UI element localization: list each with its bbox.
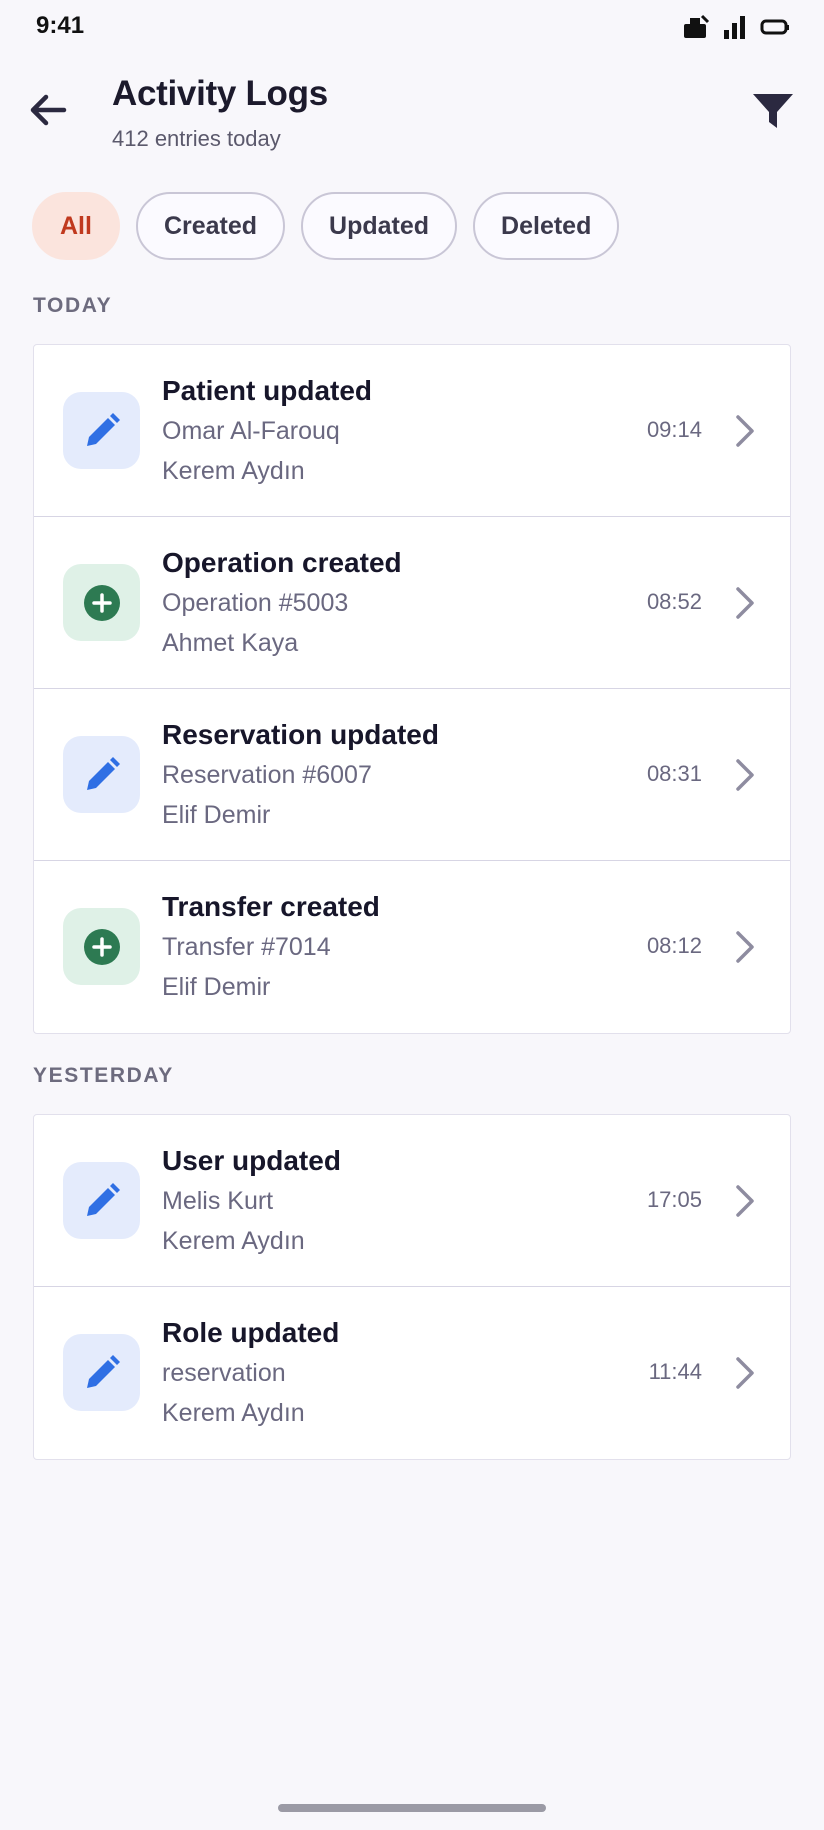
log-user: Elif Demir: [162, 801, 271, 829]
log-subject: Operation #5003: [162, 589, 349, 617]
log-user: Kerem Aydın: [162, 457, 305, 485]
log-time: 08:12: [646, 933, 702, 958]
activity-logs-screen: 9:41 Activity Logs 412 entries today All…: [0, 0, 824, 1830]
log-time: 11:44: [648, 1359, 702, 1384]
log-row[interactable]: User updated Melis Kurt Kerem Aydın 17:0…: [34, 1115, 790, 1287]
log-row[interactable]: Patient updated Omar Al-Farouq Kerem Ayd…: [34, 345, 790, 517]
chevron-right-icon: [730, 411, 760, 451]
log-row[interactable]: Transfer created Transfer #7014 Elif Dem…: [34, 861, 790, 1033]
pencil-icon: [86, 1182, 120, 1216]
section-label-today: TODAY: [33, 294, 113, 317]
page-subtitle: 412 entries today: [112, 126, 281, 151]
log-subject: Omar Al-Farouq: [162, 417, 340, 445]
log-icon-container: [63, 736, 140, 813]
log-user: Ahmet Kaya: [162, 629, 299, 657]
log-title: Reservation updated: [162, 719, 439, 750]
back-button[interactable]: [26, 88, 70, 132]
page-title: Activity Logs: [112, 74, 328, 113]
chip-deleted[interactable]: Deleted: [473, 192, 620, 260]
arrow-left-icon: [30, 94, 67, 126]
log-subject: reservation: [162, 1359, 286, 1387]
log-time: 09:14: [646, 417, 702, 442]
log-time: 08:31: [646, 761, 702, 786]
log-title: Role updated: [162, 1317, 340, 1348]
log-time: 17:05: [646, 1187, 702, 1212]
chevron-right-icon: [730, 583, 760, 623]
status-icons: [682, 14, 790, 40]
log-subject: Transfer #7014: [162, 933, 331, 961]
chip-created[interactable]: Created: [135, 192, 286, 260]
log-user: Kerem Aydın: [162, 1399, 305, 1427]
chevron-right-icon: [730, 1181, 760, 1221]
log-icon-container: [63, 1162, 140, 1239]
log-user: Kerem Aydın: [162, 1227, 305, 1255]
chevron-right-icon: [730, 927, 760, 967]
filter-chips: All Created Updated Deleted: [32, 192, 620, 260]
chevron-right-icon: [730, 755, 760, 795]
log-row[interactable]: Reservation updated Reservation #6007 El…: [34, 689, 790, 861]
log-title: Patient updated: [162, 375, 373, 406]
pencil-icon: [86, 412, 120, 446]
plus-circle-icon: [83, 584, 120, 621]
log-subject: Melis Kurt: [162, 1187, 274, 1215]
log-icon-container: [63, 392, 140, 469]
log-title: Operation created: [162, 547, 402, 578]
today-log-list: Patient updated Omar Al-Farouq Kerem Ayd…: [33, 344, 791, 1034]
pencil-icon: [86, 756, 120, 790]
log-title: User updated: [162, 1145, 341, 1176]
chip-all[interactable]: All: [32, 192, 120, 260]
chevron-right-icon: [730, 1353, 760, 1393]
home-indicator[interactable]: [278, 1804, 546, 1812]
notification-icon: [682, 14, 710, 40]
signal-icon: [722, 14, 748, 40]
filter-button[interactable]: [748, 86, 798, 136]
log-icon-container: [63, 564, 140, 641]
plus-circle-icon: [83, 928, 120, 965]
log-row[interactable]: Role updated reservation Kerem Aydın 11:…: [34, 1287, 790, 1459]
log-icon-container: [63, 908, 140, 985]
log-title: Transfer created: [162, 891, 380, 922]
pencil-icon: [86, 1354, 120, 1388]
chip-updated[interactable]: Updated: [301, 192, 458, 260]
log-row[interactable]: Operation created Operation #5003 Ahmet …: [34, 517, 790, 689]
yesterday-log-list: User updated Melis Kurt Kerem Aydın 17:0…: [33, 1114, 791, 1460]
filter-icon: [753, 94, 793, 128]
log-user: Elif Demir: [162, 973, 271, 1001]
section-label-yesterday: YESTERDAY: [33, 1064, 174, 1087]
status-bar: 9:41: [0, 0, 824, 56]
battery-icon: [760, 17, 790, 37]
log-time: 08:52: [646, 589, 702, 614]
log-subject: Reservation #6007: [162, 761, 372, 789]
status-time: 9:41: [36, 12, 85, 39]
log-icon-container: [63, 1334, 140, 1411]
